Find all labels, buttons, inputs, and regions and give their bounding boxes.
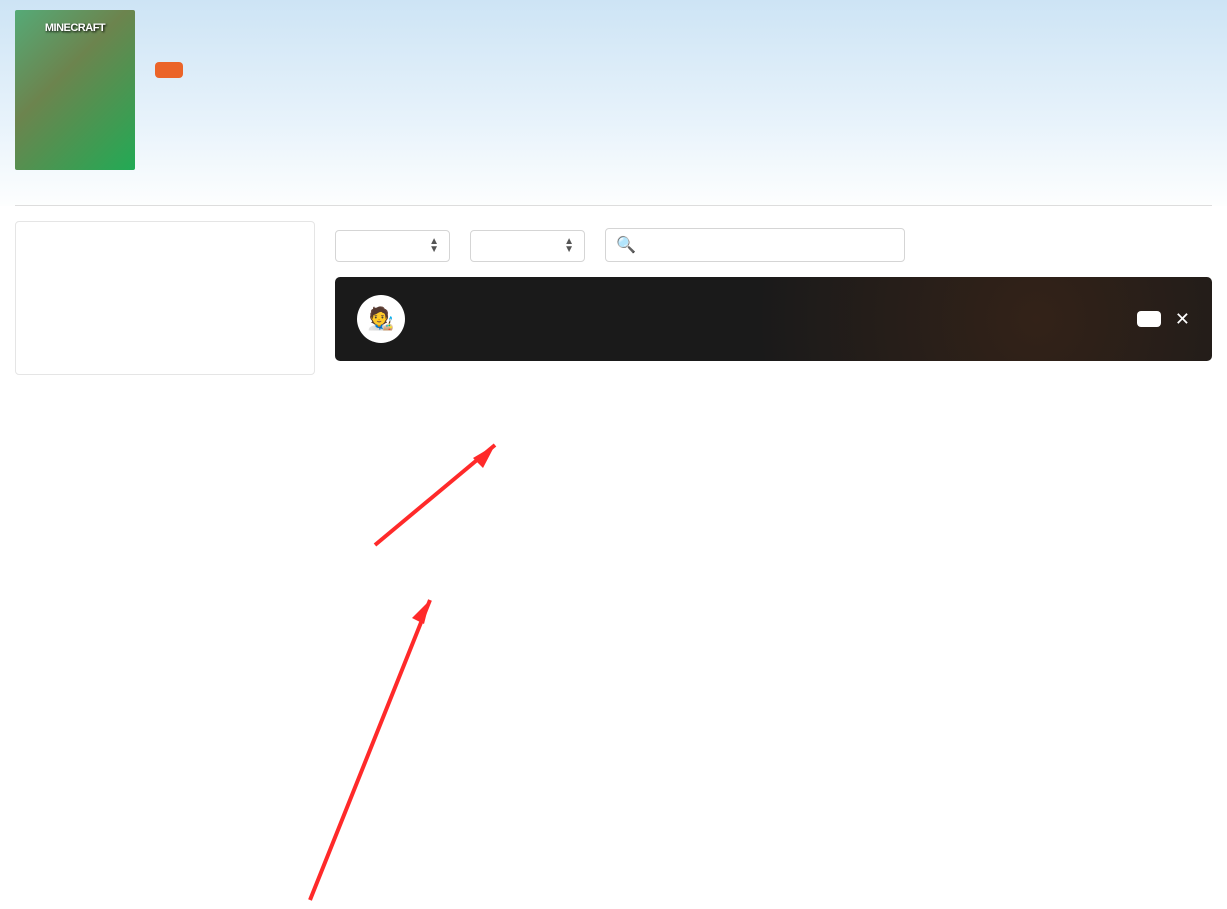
sort-by-dropdown[interactable]: ▲▼ bbox=[470, 230, 585, 262]
search-icon: 🔍 bbox=[616, 235, 636, 255]
author-banner: 🧑‍🎨 ✕ bbox=[335, 277, 1212, 361]
chevron-updown-icon: ▲▼ bbox=[429, 238, 439, 254]
search-box[interactable]: 🔍 bbox=[605, 228, 905, 262]
start-a-project-button[interactable] bbox=[1137, 311, 1161, 327]
author-avatar-icon: 🧑‍🎨 bbox=[357, 295, 405, 343]
game-version-dropdown[interactable]: ▲▼ bbox=[335, 230, 450, 262]
search-input[interactable] bbox=[646, 238, 894, 253]
sidebar bbox=[15, 221, 315, 375]
start-project-button[interactable] bbox=[155, 62, 183, 78]
chevron-updown-icon: ▲▼ bbox=[564, 238, 574, 254]
category-tabs bbox=[15, 195, 1212, 206]
close-icon[interactable]: ✕ bbox=[1175, 309, 1190, 330]
game-cover-image bbox=[15, 10, 135, 170]
